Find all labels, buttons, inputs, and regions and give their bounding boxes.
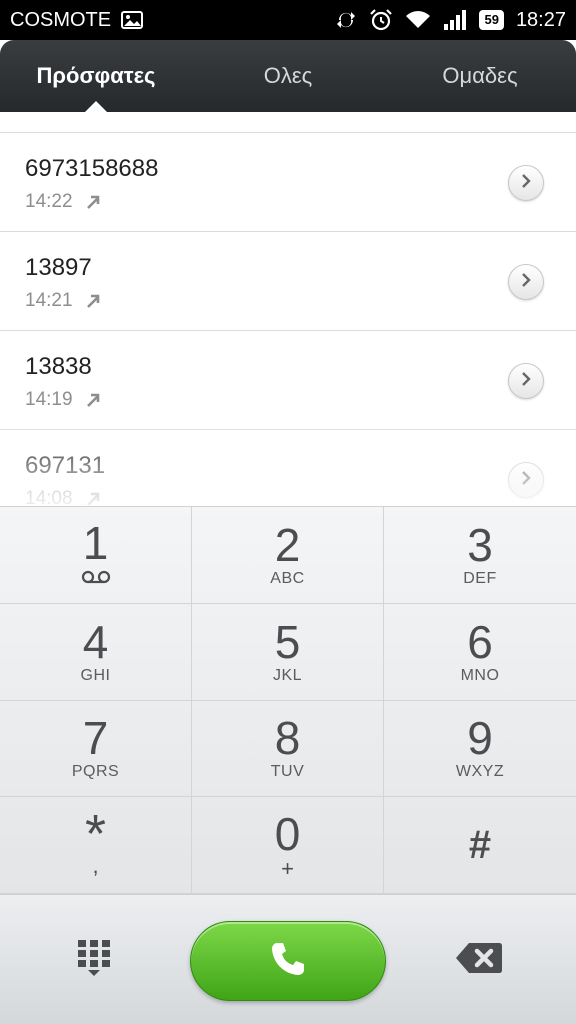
tab-all-label: Ολες	[263, 63, 313, 88]
key-letters: PQRS	[71, 763, 120, 781]
backspace-icon	[455, 941, 503, 980]
key-letters: WXYZ	[455, 763, 505, 781]
key-letters: ,	[92, 853, 99, 879]
key-8[interactable]: 8 TUV	[192, 700, 384, 798]
key-digit: 7	[82, 712, 109, 765]
call-time: 14:21	[25, 290, 73, 311]
recent-calls-list: 6973158688 14:22 13897 14:21 13838 14:19…	[0, 132, 576, 506]
tab-groups[interactable]: Ομαδες	[384, 40, 576, 112]
call-detail-button[interactable]	[508, 462, 544, 498]
key-1[interactable]: 1	[0, 507, 192, 604]
key-3[interactable]: 3 DEF	[384, 507, 576, 604]
clock: 18:27	[515, 8, 566, 31]
key-digit: 5	[274, 615, 301, 668]
key-letters: GHI	[80, 666, 111, 684]
key-5[interactable]: 5 JKL	[192, 603, 384, 701]
sync-icon	[335, 9, 357, 31]
tab-all[interactable]: Ολες	[192, 40, 384, 112]
call-row[interactable]: 6973158688 14:22	[0, 133, 576, 232]
backspace-button[interactable]	[455, 941, 503, 980]
key-digit: 0	[274, 808, 301, 861]
active-tab-pointer	[84, 101, 108, 113]
key-letters: +	[281, 856, 294, 882]
dial-keypad: 1 2 ABC 3 DEF 4 GHI 5 JKL 6 MNO 7 PQRS 8…	[0, 506, 576, 894]
key-4[interactable]: 4 GHI	[0, 603, 192, 701]
call-time: 14:19	[25, 389, 73, 410]
call-row[interactable]: 697131 14:08	[0, 430, 576, 506]
call-detail-button[interactable]	[508, 264, 544, 300]
chevron-right-icon	[519, 470, 533, 491]
key-digit: 2	[274, 518, 301, 571]
call-row[interactable]: 13897 14:21	[0, 232, 576, 331]
key-digit: *	[84, 804, 106, 865]
key-2[interactable]: 2 ABC	[192, 507, 384, 604]
key-letters: MNO	[460, 666, 500, 684]
key-star[interactable]: * ,	[0, 797, 192, 894]
key-9[interactable]: 9 WXYZ	[384, 701, 576, 798]
dialpad-icon	[76, 938, 112, 983]
key-letters: ABC	[270, 569, 305, 587]
alarm-icon	[369, 8, 393, 32]
key-digit: #	[468, 823, 492, 868]
outgoing-call-icon	[85, 194, 101, 210]
key-digit: 6	[467, 615, 493, 668]
dial-action-bar	[0, 894, 576, 1024]
call-button[interactable]	[190, 921, 386, 1001]
key-digit: 1	[82, 517, 109, 570]
image-icon	[121, 11, 144, 29]
call-time: 14:08	[25, 488, 73, 506]
key-letters: JKL	[272, 666, 303, 684]
key-digit: 8	[274, 712, 301, 765]
outgoing-call-icon	[85, 293, 101, 309]
call-row[interactable]: 13838 14:19	[0, 331, 576, 430]
key-7[interactable]: 7 PQRS	[0, 700, 192, 798]
key-6[interactable]: 6 MNO	[384, 604, 576, 701]
chevron-right-icon	[519, 371, 533, 392]
tab-recent-label: Πρόσφατες	[36, 63, 156, 88]
phone-icon	[268, 939, 308, 984]
key-digit: 3	[467, 518, 493, 571]
call-number: 6973158688	[25, 155, 159, 182]
call-number: 13897	[25, 254, 92, 281]
call-detail-button[interactable]	[508, 363, 544, 399]
carrier-name: COSMOTE	[10, 8, 112, 31]
chevron-right-icon	[519, 272, 533, 293]
key-letters: DEF	[463, 569, 497, 587]
tab-bar: Πρόσφατες Ολες Ομαδες	[0, 40, 576, 113]
key-letters: TUV	[270, 763, 305, 781]
signal-icon	[443, 10, 467, 30]
call-time: 14:22	[25, 191, 73, 212]
call-number: 697131	[25, 452, 106, 479]
dialpad-toggle-button[interactable]	[74, 939, 114, 981]
call-detail-button[interactable]	[508, 165, 544, 201]
call-number: 13838	[25, 353, 92, 380]
key-0[interactable]: 0 +	[192, 797, 384, 894]
tab-recent[interactable]: Πρόσφατες	[0, 40, 192, 113]
tab-groups-label: Ομαδες	[442, 63, 518, 88]
wifi-icon	[405, 10, 431, 30]
key-hash[interactable]: #	[384, 797, 576, 894]
outgoing-call-icon	[85, 392, 101, 408]
status-bar: COSMOTE 59 18:27	[0, 0, 576, 40]
outgoing-call-icon	[85, 491, 101, 506]
chevron-right-icon	[519, 173, 533, 194]
voicemail-icon	[81, 570, 111, 589]
key-digit: 4	[82, 615, 109, 668]
battery-indicator: 59	[479, 10, 504, 30]
key-digit: 9	[467, 712, 493, 765]
